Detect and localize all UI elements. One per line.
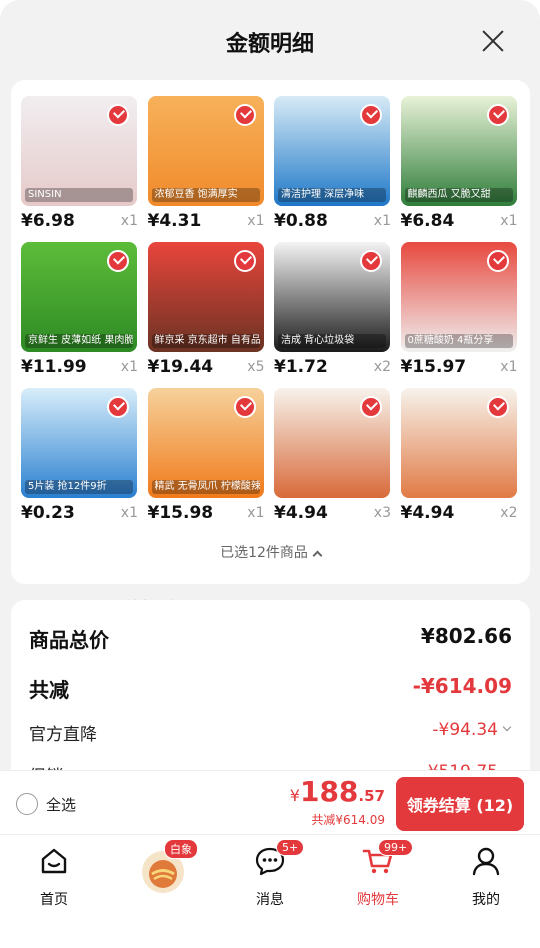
item-quantity: x1 xyxy=(120,505,138,521)
pay-price-decimal: .57 xyxy=(358,787,385,805)
checkout-button[interactable]: 领券结算 (12) xyxy=(396,777,524,831)
product-thumbnail[interactable]: 精武 无骨凤爪 柠檬酸辣 xyxy=(147,388,264,498)
goods-item[interactable]: 5片装 抢12件9折 ¥0.23 x1 xyxy=(11,372,138,523)
product-thumbnail[interactable]: 0蔗糖酸奶 4瓶分享 xyxy=(400,242,517,352)
reduced-amount[interactable]: 共减¥614.09 xyxy=(311,811,385,828)
profile-icon xyxy=(472,847,500,876)
goods-item[interactable]: 鲜京采 京东超市 自有品牌 ¥19.44 x5 xyxy=(138,226,265,377)
discount-label: 共减 xyxy=(29,678,69,702)
pay-price: ¥188.57 xyxy=(290,775,385,808)
pay-price-integer: 188 xyxy=(299,775,359,808)
goods-item[interactable]: 洁成 背心垃圾袋 ¥1.72 x2 xyxy=(264,226,391,377)
item-quantity: x2 xyxy=(500,505,518,521)
goods-item[interactable]: 0蔗糖酸奶 4瓶分享 ¥15.97 x1 xyxy=(391,226,518,377)
product-thumbnail[interactable]: SINSIN xyxy=(21,96,137,206)
product-image-caption: 0蔗糖酸奶 4瓶分享 xyxy=(404,334,513,348)
currency-symbol: ¥ xyxy=(289,786,300,805)
product-image-caption: 浓郁豆香 饱满厚实 xyxy=(151,188,260,202)
selected-count-label: 已选12件商品 xyxy=(220,545,308,561)
total-label: 商品总价 xyxy=(29,628,109,652)
official-discount-value: -¥94.34 xyxy=(432,720,498,740)
item-quantity: x1 xyxy=(247,505,265,521)
chevron-up-icon xyxy=(312,550,323,561)
sheet-header: 金额明细 xyxy=(0,0,540,80)
product-image-caption: 精武 无骨凤爪 柠檬酸辣 xyxy=(151,480,260,494)
selected-check-icon[interactable] xyxy=(360,104,382,126)
item-price: ¥4.94 xyxy=(400,503,455,523)
item-price: ¥0.23 xyxy=(21,503,75,523)
tab-home-label: 首页 xyxy=(40,892,68,908)
product-thumbnail[interactable]: 京鲜生 皮薄如纸 果肉脆嫩 xyxy=(21,242,137,352)
goods-item[interactable]: 浓郁豆香 饱满厚实 ¥4.31 x1 xyxy=(138,80,265,231)
tab-profile-label: 我的 xyxy=(472,892,500,908)
goods-item[interactable]: 清洁护理 深层净味 ¥0.88 x1 xyxy=(264,80,391,231)
product-thumbnail[interactable]: 麒麟西瓜 又脆又甜 xyxy=(400,96,517,206)
goods-item[interactable]: ¥4.94 x2 xyxy=(391,372,518,523)
product-thumbnail[interactable]: 浓郁豆香 饱满厚实 xyxy=(147,96,264,206)
select-all-label[interactable]: 全选 xyxy=(46,794,76,815)
goods-item[interactable]: ¥4.94 x3 xyxy=(264,372,391,523)
price-summary: 商品总价 ¥802.66 共减 -¥614.09 官方直降 -¥94.34 促销… xyxy=(11,600,530,790)
selected-check-icon[interactable] xyxy=(233,396,256,418)
goods-item[interactable]: 精武 无骨凤爪 柠檬酸辣 ¥15.98 x1 xyxy=(138,372,265,523)
product-image-caption: 5片装 抢12件9折 xyxy=(25,480,133,494)
item-quantity: x3 xyxy=(373,505,391,521)
product-thumbnail[interactable] xyxy=(400,388,517,498)
tab-cart-label: 购物车 xyxy=(357,892,399,908)
tab-messages-badge: 5+ xyxy=(276,839,305,856)
close-icon[interactable] xyxy=(482,30,504,52)
product-thumbnail[interactable] xyxy=(274,388,390,498)
product-image-caption: 鲜京采 京东超市 自有品牌 xyxy=(151,334,260,348)
official-discount-label: 官方直降 xyxy=(29,725,97,745)
goods-item[interactable]: SINSIN ¥6.98 x1 xyxy=(11,80,138,231)
home-icon xyxy=(41,848,67,874)
tab-messages-label: 消息 xyxy=(256,892,284,908)
selected-check-icon[interactable] xyxy=(360,396,382,418)
selected-check-icon[interactable] xyxy=(486,396,509,418)
selected-count-toggle[interactable]: 已选12件商品 xyxy=(11,542,530,562)
item-price: ¥4.94 xyxy=(274,503,328,523)
product-image-caption: 洁成 背心垃圾袋 xyxy=(278,334,386,348)
total-value: ¥802.66 xyxy=(420,624,512,648)
goods-item[interactable]: 京鲜生 皮薄如纸 果肉脆嫩 ¥11.99 x1 xyxy=(11,226,138,377)
product-image-caption: 京鲜生 皮薄如纸 果肉脆嫩 xyxy=(25,334,133,348)
product-image-caption: 清洁护理 深层净味 xyxy=(278,188,386,202)
selected-check-icon[interactable] xyxy=(233,250,256,272)
tab-promo-badge: 白象 xyxy=(164,839,198,859)
product-thumbnail[interactable]: 清洁护理 深层净味 xyxy=(274,96,390,206)
checkout-bar: 全选 ¥188.57 共减¥614.09 领券结算 (12) xyxy=(0,770,540,834)
selected-check-icon[interactable] xyxy=(233,104,256,126)
select-all-radio[interactable] xyxy=(16,793,38,815)
sheet-title: 金额明细 xyxy=(225,32,314,57)
product-image-caption: 麒麟西瓜 又脆又甜 xyxy=(404,188,513,202)
product-thumbnail[interactable]: 5片装 抢12件9折 xyxy=(21,388,137,498)
goods-item[interactable]: 麒麟西瓜 又脆又甜 ¥6.84 x1 xyxy=(391,80,518,231)
selected-check-icon[interactable] xyxy=(107,396,129,418)
selected-check-icon[interactable] xyxy=(486,250,509,272)
product-thumbnail[interactable]: 洁成 背心垃圾袋 xyxy=(274,242,390,352)
item-price: ¥15.98 xyxy=(147,503,214,523)
selected-check-icon[interactable] xyxy=(486,104,509,126)
product-thumbnail[interactable]: 鲜京采 京东超市 自有品牌 xyxy=(147,242,264,352)
tab-cart-badge: 99+ xyxy=(378,839,414,856)
selected-check-icon[interactable] xyxy=(107,104,129,126)
selected-check-icon[interactable] xyxy=(360,250,382,272)
amount-detail-sheet: 金额明细 SINSIN ¥6.98 x1 浓郁豆香 饱满厚实 ¥4.31 x1 清洁护理 深… xyxy=(0,0,540,948)
discount-value: -¥614.09 xyxy=(412,674,512,698)
selected-check-icon[interactable] xyxy=(107,250,129,272)
goods-grid: SINSIN ¥6.98 x1 浓郁豆香 饱满厚实 ¥4.31 x1 清洁护理 深层净味 ¥0… xyxy=(11,80,530,584)
product-image-caption: SINSIN xyxy=(25,188,133,202)
bottom-tab-bar: 首页 白象 5+ 消息 99+ 购物车 我的 xyxy=(0,834,540,948)
